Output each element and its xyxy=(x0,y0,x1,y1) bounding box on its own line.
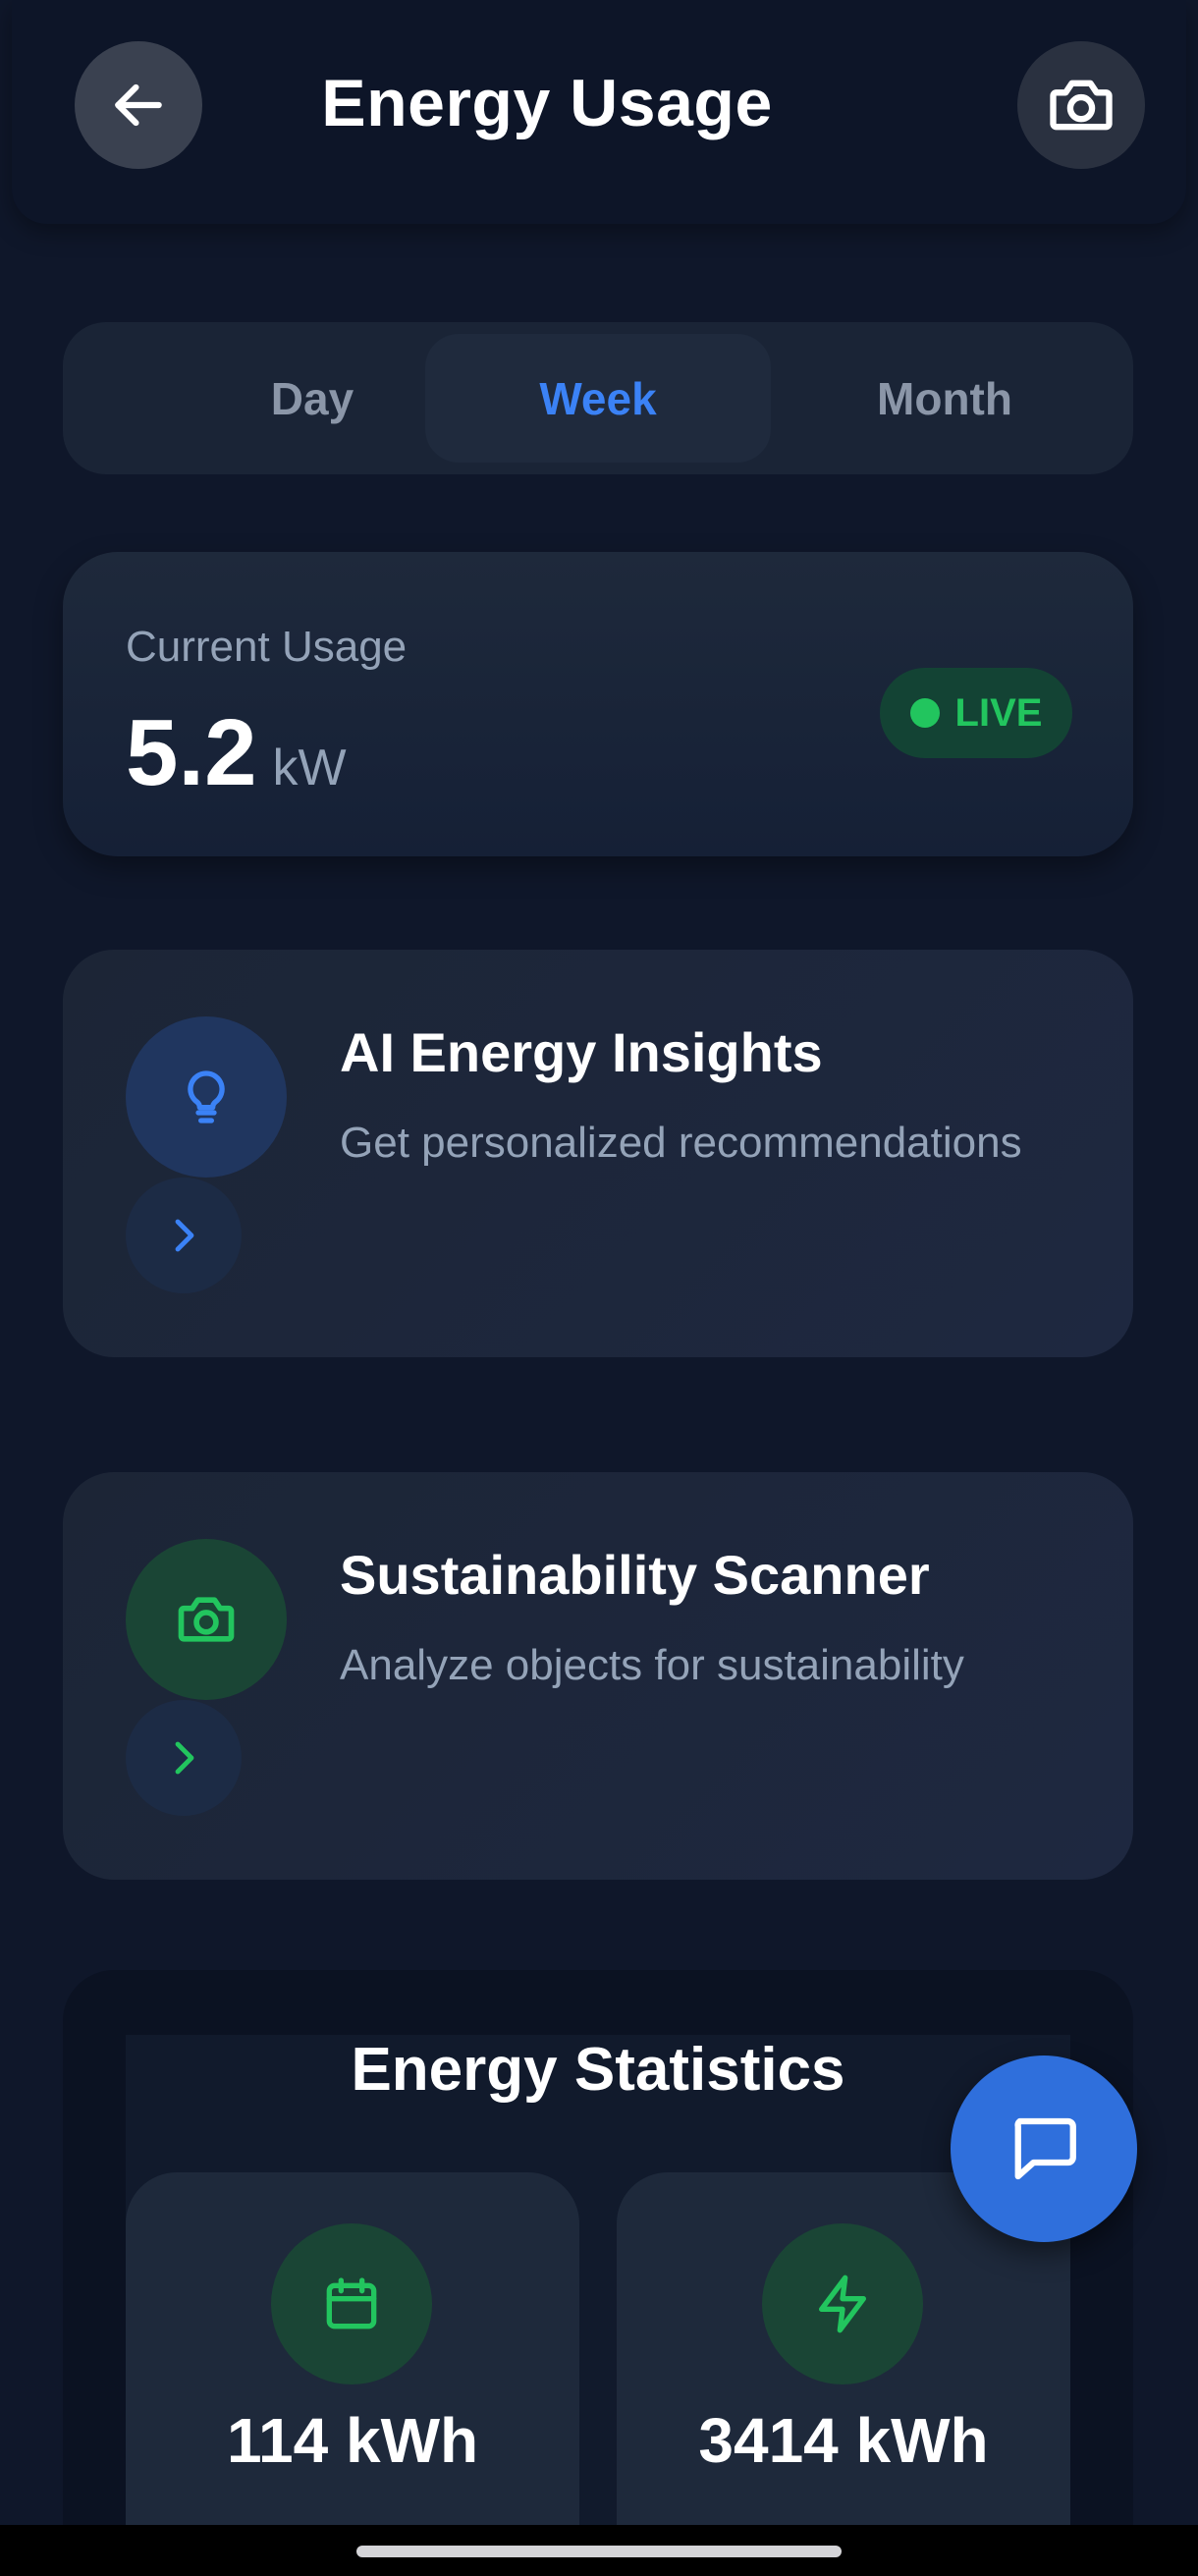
ai-insights-subtitle: Get personalized recommendations xyxy=(340,1119,1022,1167)
stat-weekly-value: 114 kWh xyxy=(226,2405,479,2476)
stat-card-weekly: 114 kWh xyxy=(126,2172,579,2576)
camera-icon xyxy=(1050,80,1113,131)
scanner-title: Sustainability Scanner xyxy=(340,1544,930,1606)
camera-icon xyxy=(178,1597,235,1642)
ai-energy-insights-card[interactable]: AI Energy Insights Get personalized reco… xyxy=(63,950,1133,1357)
sustainability-scanner-card[interactable]: Sustainability Scanner Analyze objects f… xyxy=(63,1472,1133,1880)
live-badge-label: LIVE xyxy=(954,690,1043,735)
home-indicator[interactable] xyxy=(356,2546,842,2557)
ai-insights-icon-circle xyxy=(126,1016,287,1178)
scanner-open-button[interactable] xyxy=(126,1700,242,1816)
chat-bubble-icon xyxy=(1014,2117,1076,2180)
camera-button[interactable] xyxy=(1017,41,1145,169)
live-badge: LIVE xyxy=(880,668,1072,758)
energy-usage-screen: Energy Usage Day Week Month Current Usag… xyxy=(0,0,1198,2576)
live-dot-icon xyxy=(909,698,940,728)
current-usage-reading: 5.2 kW xyxy=(126,699,347,807)
tab-month[interactable]: Month xyxy=(772,334,1117,463)
energy-statistics-panel: Energy Statistics 114 kWh 3414 kWh xyxy=(63,1970,1133,2576)
period-selector: Day Week Month xyxy=(63,322,1133,474)
stat-total-value: 3414 kWh xyxy=(698,2405,989,2476)
lightbulb-icon xyxy=(188,1070,225,1124)
tab-week[interactable]: Week xyxy=(425,334,771,463)
current-usage-value: 5.2 xyxy=(126,700,257,805)
page-title: Energy Usage xyxy=(321,66,773,140)
scanner-icon-circle xyxy=(126,1539,287,1700)
energy-statistics-title: Energy Statistics xyxy=(351,2036,845,2104)
stat-card-total: 3414 kWh xyxy=(617,2172,1070,2576)
lightning-icon-circle xyxy=(762,2223,923,2384)
current-usage-unit: kW xyxy=(272,740,347,796)
chevron-right-icon xyxy=(175,1219,194,1252)
top-app-bar: Energy Usage xyxy=(12,0,1186,224)
current-usage-label: Current Usage xyxy=(126,623,408,671)
ai-insights-title: AI Energy Insights xyxy=(340,1021,823,1083)
ai-insights-open-button[interactable] xyxy=(126,1178,242,1293)
energy-statistics-content: Energy Statistics 114 kWh 3414 kWh xyxy=(126,2035,1070,2576)
calendar-icon xyxy=(326,2277,377,2329)
chevron-right-icon xyxy=(175,1741,194,1775)
current-usage-card: Current Usage 5.2 kW LIVE xyxy=(63,552,1133,856)
calendar-icon-circle xyxy=(271,2223,432,2384)
lightning-icon xyxy=(819,2275,866,2333)
scanner-subtitle: Analyze objects for sustainability xyxy=(340,1641,964,1689)
chat-button[interactable] xyxy=(951,2055,1137,2242)
